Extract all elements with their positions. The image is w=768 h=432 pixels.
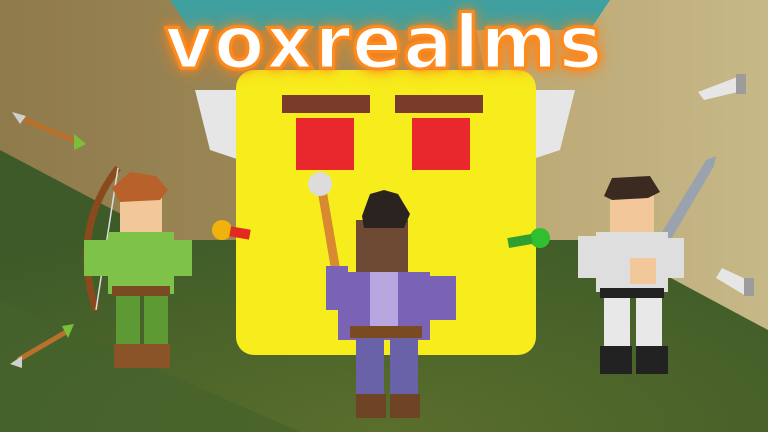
boss-right-eye: [412, 118, 470, 170]
game-thumbnail: voxrealms: [0, 0, 768, 432]
boss-left-eye: [296, 118, 354, 170]
archer-torso: [108, 232, 174, 294]
boss-right-brow: [395, 95, 483, 113]
game-title-logo: voxrealms: [163, 0, 604, 86]
boss-left-brow: [282, 95, 370, 113]
mage-head: [356, 220, 408, 276]
